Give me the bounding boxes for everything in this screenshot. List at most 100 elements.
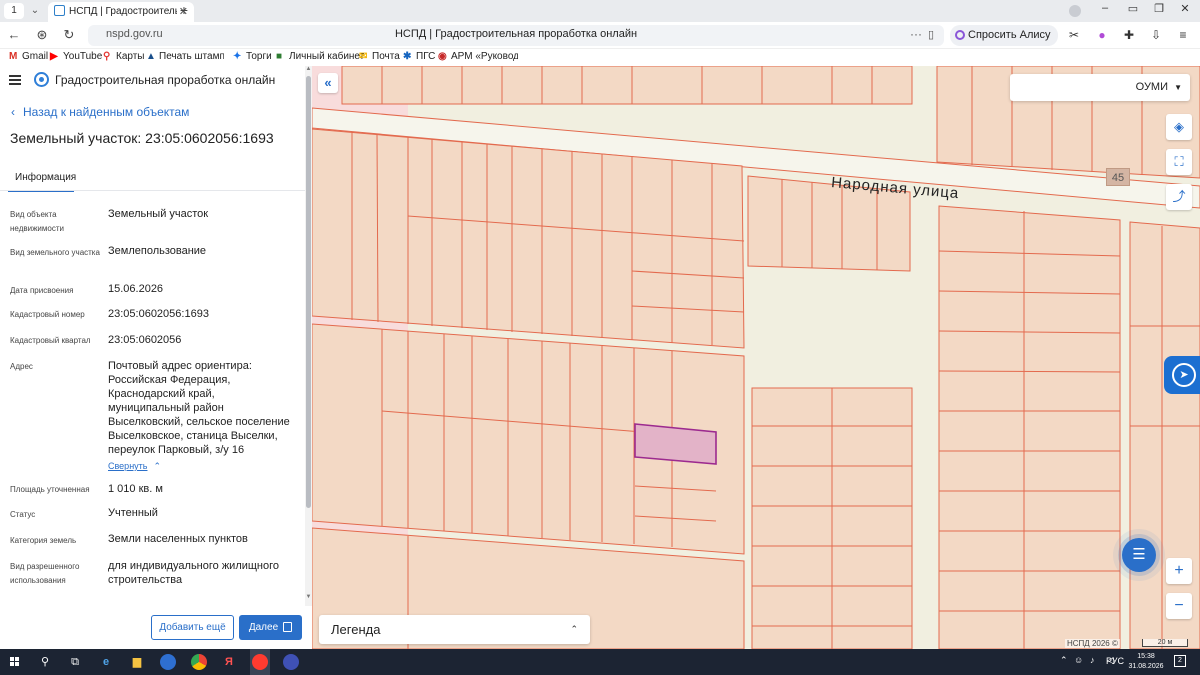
chat-assistant-icon[interactable]: ☰ (1122, 538, 1156, 572)
scroll-down-arrow-icon[interactable]: ▼ (305, 594, 312, 600)
browser-tab-strip: 1 ⌄ НСПД | Градостроительн ✕ + – ▭ ❐ ✕ (0, 0, 1200, 22)
panel-scroll-thumb[interactable] (306, 76, 311, 508)
new-tab-plus-icon[interactable]: + (176, 3, 192, 19)
side-widget-button[interactable]: ➤ (1164, 356, 1200, 394)
bookmark-star-icon: ✦ (233, 51, 242, 62)
clock-date: 31.08.2026 (1128, 663, 1164, 670)
bookmark-stamp-print[interactable]: ▲Печать штампа с (146, 51, 224, 62)
bookmark-maps[interactable]: ⚲ Карты (103, 51, 145, 62)
downloads-icon[interactable]: ⇩ (1148, 27, 1164, 43)
prop-value-object-type: Земельный участок (108, 208, 209, 220)
file-explorer-icon[interactable]: ▆ (129, 654, 145, 670)
prop-value-cadastral-quarter: 23:05:0602056 (108, 334, 182, 346)
zoom-out-minus-icon[interactable]: − (1166, 593, 1192, 619)
prop-value-area: 1 010 кв. м (108, 483, 163, 495)
bookmark-torgi[interactable]: ✦ Торги (233, 51, 272, 62)
bookmark-youtube[interactable]: ▶ YouTube (50, 51, 102, 62)
prop-label-object-type: Вид объекта недвижимости (10, 210, 64, 233)
cadastral-map[interactable]: Народная улица 45 « ОУМИ ▼ ◈ ⛶ ⤴ ➤ ☰ + −… (312, 66, 1200, 649)
window-fullscreen-icon[interactable]: ▭ (1124, 2, 1142, 15)
prop-label-cadastral-quarter: Кадастровый квартал (10, 336, 91, 345)
address-bar[interactable]: nspd.gov.ru НСПД | Градостроительная про… (88, 25, 944, 46)
widget-arrow-icon: ➤ (1172, 363, 1196, 387)
scroll-up-arrow-icon[interactable]: ▲ (305, 66, 312, 72)
clock-time: 15:38 (1137, 653, 1155, 660)
bookmark-pgs-icon: ✱ (403, 51, 412, 62)
app-c-icon[interactable] (160, 654, 176, 670)
legend-toggle[interactable]: Легенда ⌃⌄ (319, 615, 590, 644)
maps-pin-icon: ⚲ (103, 51, 111, 62)
legend-label: Легенда (331, 622, 381, 637)
tray-people-icon[interactable]: ☺ (1074, 655, 1083, 665)
prop-label-cadastral-number: Кадастровый номер (10, 310, 85, 319)
bookmark-cabinet[interactable]: ■ Личный кабинет (276, 51, 364, 62)
search-icon[interactable]: ⚲ (37, 654, 53, 670)
collapse-address-link[interactable]: Свернуть ⌃ (108, 461, 161, 472)
layer-select-dropdown[interactable]: ОУМИ ▼ (1010, 74, 1190, 101)
bookmark-arm-icon: ◉ (438, 51, 447, 62)
map-canvas[interactable] (312, 66, 1200, 649)
property-list: Вид объекта недвижимости Земельный участ… (0, 66, 305, 649)
chrome-icon[interactable] (191, 654, 207, 670)
chevron-up-icon: ⌃ (153, 461, 162, 471)
window-restore-icon[interactable]: ❐ (1150, 2, 1168, 15)
yandex-browser-icon[interactable] (252, 654, 268, 670)
more-dots-icon[interactable]: ··· (910, 27, 922, 41)
tray-chevron-up-icon[interactable]: ⌃ (1060, 655, 1068, 666)
prop-value-address: Почтовый адрес ориентира: Российская Фед… (108, 360, 290, 456)
zoom-in-plus-icon[interactable]: + (1166, 558, 1192, 584)
browser-menu-icon[interactable]: ≡ (1175, 27, 1191, 43)
prop-value-cadastral-number: 23:05:0602056:1693 (108, 308, 209, 320)
alice-ring-icon (955, 30, 965, 40)
window-close-icon[interactable]: ✕ (1176, 2, 1194, 15)
select-area-icon[interactable]: ⛶ (1166, 149, 1192, 175)
map-block-middle (312, 128, 745, 349)
map-scale-bar: 20 м (1142, 639, 1188, 647)
tab-title: НСПД | Градостроительн (69, 6, 177, 17)
tray-volume-icon[interactable]: ♪ (1090, 655, 1095, 665)
next-button[interactable]: Далее (239, 615, 302, 640)
prop-label-land-category: Категория земель (10, 536, 77, 545)
share-icon[interactable]: ⤴ (1166, 184, 1192, 210)
layers-icon[interactable]: ◈ (1166, 114, 1192, 140)
bookmark-cabinet-icon: ■ (276, 51, 283, 62)
prop-label-status: Статус (10, 510, 36, 519)
windows-start-icon[interactable] (10, 657, 20, 667)
prop-value-status: Учтенный (108, 507, 158, 519)
window-minimize-icon[interactable]: – (1096, 2, 1114, 14)
tab-counter[interactable]: 1 (4, 3, 24, 19)
browser-tab-active[interactable]: НСПД | Градостроительн ✕ (48, 2, 194, 22)
bookmark-mail[interactable]: ✉ Почта (359, 51, 400, 62)
taskbar-clock[interactable]: 15:38 31.08.2026 (1128, 652, 1164, 672)
selected-parcel[interactable] (634, 423, 717, 465)
extensions-puzzle-icon[interactable]: ✚ (1121, 27, 1137, 43)
object-info-panel: Градостроительная проработка онлайн ‹ Наз… (0, 66, 312, 649)
task-view-icon[interactable]: ⧉ (67, 654, 83, 670)
prop-label-permitted-use: Вид разрешенного использования (10, 562, 80, 585)
protect-shield-icon[interactable]: ⊛ (34, 27, 50, 43)
input-language[interactable]: РУС (1106, 656, 1124, 666)
bookmark-triangle-icon: ▲ (146, 51, 156, 62)
ask-alice-button[interactable]: Спросить Алису AI (950, 25, 1058, 62)
bookmark-arm[interactable]: ◉АРМ «Руководит (438, 51, 518, 62)
bookmark-icon[interactable]: ▯ (928, 28, 934, 41)
prop-label-date: Дата присвоения (10, 286, 74, 295)
mail-icon: ✉ (359, 51, 368, 62)
extension-purple-icon[interactable]: ● (1094, 27, 1110, 43)
back-arrow-icon[interactable]: ← (6, 27, 22, 43)
tab-list-chevron-icon[interactable]: ⌄ (27, 3, 43, 19)
profile-avatar-icon[interactable] (1069, 5, 1081, 17)
notifications-icon[interactable]: 2 (1174, 655, 1186, 667)
browser-toolbar: ← ⊛ ↻ nspd.gov.ru НСПД | Градостроительн… (0, 22, 1200, 62)
prop-value-parcel-type: Землепользование (108, 245, 207, 257)
page-title-in-omnibox: НСПД | Градостроительная проработка онла… (394, 28, 638, 40)
bookmark-pgs[interactable]: ✱ ПГС (403, 51, 435, 62)
bookmark-gmail[interactable]: M Gmail (9, 51, 48, 62)
app-blue-icon[interactable] (283, 654, 299, 670)
add-more-button[interactable]: Добавить ещё (151, 615, 234, 640)
edge-browser-icon[interactable]: e (98, 654, 114, 670)
collapse-panel-chevrons-icon[interactable]: « (318, 73, 338, 93)
extension-tools-icon[interactable]: ✂ (1066, 27, 1082, 43)
yandex-icon[interactable]: Я (221, 654, 237, 670)
reload-icon[interactable]: ↻ (61, 27, 77, 43)
